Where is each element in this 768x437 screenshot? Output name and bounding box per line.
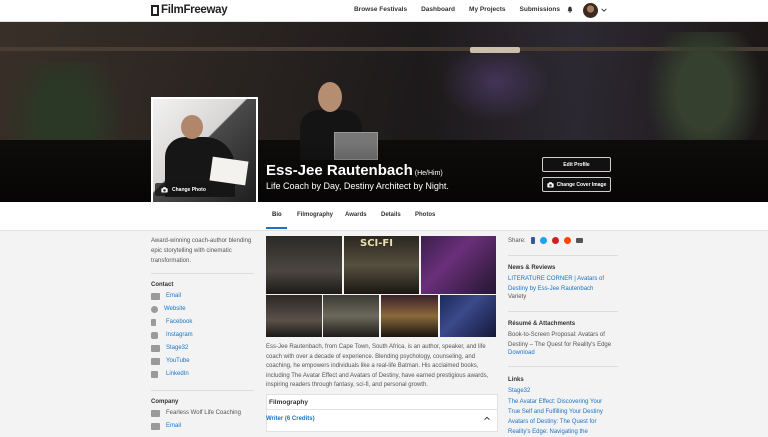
resume-heading: Résumé & Attachments [508, 321, 576, 327]
pinterest-icon[interactable] [551, 237, 559, 244]
divider [508, 255, 618, 256]
chevron-up-icon[interactable] [484, 416, 490, 421]
contact-stage32-link[interactable]: Stage32 [151, 343, 188, 353]
instagram-icon [151, 331, 158, 339]
nav-submissions[interactable]: Submissions [520, 6, 560, 13]
nav-browse-festivals[interactable]: Browse Festivals [354, 6, 407, 13]
pronouns: (He/Him) [414, 170, 443, 177]
youtube-icon [151, 357, 160, 365]
logo-text: FilmFreeway [161, 4, 228, 16]
divider [508, 366, 618, 367]
bell-icon[interactable] [567, 6, 573, 13]
resume-item: Book-to-Screen Proposal: Avatars of Dest… [508, 332, 612, 348]
profile-tabs: Bio Filmography Awards Details Photos [0, 202, 768, 231]
change-photo-label: Change Photo [172, 186, 206, 193]
filmography-heading: Filmography [269, 399, 309, 406]
email-icon [151, 422, 160, 430]
short-bio: Award-winning coach-author blending epic… [151, 238, 252, 264]
linkedin-icon [151, 370, 158, 378]
contact-linkedin-link[interactable]: LinkedIn [151, 369, 189, 379]
filmfreeway-logo[interactable]: FilmFreeway [151, 4, 228, 16]
news-source: Variety [508, 294, 527, 300]
writer-credits-toggle[interactable]: Writer (6 Credits) [266, 416, 315, 422]
twitter-icon[interactable] [539, 237, 547, 244]
tab-bio[interactable]: Bio [272, 212, 282, 218]
nav-my-projects[interactable]: My Projects [469, 6, 506, 13]
chevron-down-icon[interactable] [601, 7, 607, 13]
change-cover-image-button[interactable]: Change Cover Image [542, 177, 611, 192]
edit-profile-button[interactable]: Edit Profile [542, 157, 611, 172]
contact-email-link[interactable]: Email [151, 291, 181, 301]
camera-icon [161, 186, 168, 192]
profile-name: Ess-Jee Rautenbach (He/Him) [266, 162, 443, 179]
gallery-photo[interactable] [266, 295, 322, 337]
tab-photos[interactable]: Photos [415, 212, 435, 218]
share-bar: Share: [508, 237, 583, 244]
gallery-photo[interactable] [440, 295, 496, 337]
link-the-avatar-effect[interactable]: The Avatar Effect: Discovering Your True… [508, 398, 612, 417]
profile-tagline: Life Coach by Day, Destiny Architect by … [266, 181, 449, 191]
gallery-photo[interactable] [421, 236, 496, 294]
logo-mark-icon [151, 4, 159, 16]
main-nav-links: Browse Festivals Dashboard My Projects S… [354, 6, 560, 13]
news-article-link[interactable]: LITERATURE CORNER | Avatars of Destiny b… [508, 275, 612, 294]
gallery-photo-text: SCI-FI [360, 238, 393, 249]
company-heading: Company [151, 399, 179, 405]
contact-heading: Contact [151, 282, 174, 288]
contact-website-link[interactable]: Website [151, 304, 186, 314]
building-icon [151, 409, 160, 417]
company-email-link[interactable]: Email [151, 421, 181, 431]
contact-instagram-link[interactable]: Instagram [151, 330, 193, 340]
divider [151, 273, 254, 274]
change-photo-button[interactable]: Change Photo [155, 183, 212, 196]
link-avatars-of-destiny[interactable]: Avatars of Destiny: The Quest for Realit… [508, 418, 612, 437]
reddit-icon[interactable] [563, 237, 571, 244]
user-avatar[interactable] [583, 3, 598, 18]
company-name: Fearless Wolf Life Coaching [151, 408, 241, 418]
links-heading: Links [508, 377, 524, 383]
contact-youtube-link[interactable]: YouTube [151, 356, 190, 366]
divider [266, 409, 498, 410]
top-navigation: FilmFreeway Browse Festivals Dashboard M… [0, 0, 768, 22]
divider [151, 390, 254, 391]
facebook-icon[interactable] [530, 237, 535, 244]
camera-icon [546, 181, 554, 187]
stage32-icon [151, 344, 160, 352]
gallery-photo[interactable] [381, 295, 438, 337]
divider [508, 311, 618, 312]
globe-icon [151, 305, 158, 313]
gallery-photo[interactable] [323, 295, 379, 337]
resume-download-link[interactable]: Download [508, 349, 612, 359]
long-bio: Ess-Jee Rautenbach, from Cape Town, Sout… [266, 344, 489, 389]
news-heading: News & Reviews [508, 265, 556, 271]
tab-details[interactable]: Details [381, 212, 401, 218]
email-icon[interactable] [575, 238, 583, 243]
share-label: Share: [508, 237, 526, 244]
link-stage32[interactable]: Stage32 [508, 387, 612, 397]
active-tab-indicator [266, 227, 287, 229]
email-icon [151, 292, 160, 300]
tab-filmography[interactable]: Filmography [297, 212, 333, 218]
nav-dashboard[interactable]: Dashboard [421, 6, 455, 13]
gallery-photo[interactable] [266, 236, 342, 294]
contact-facebook-link[interactable]: Facebook [151, 317, 192, 327]
tab-awards[interactable]: Awards [345, 212, 367, 218]
facebook-icon [151, 318, 156, 326]
